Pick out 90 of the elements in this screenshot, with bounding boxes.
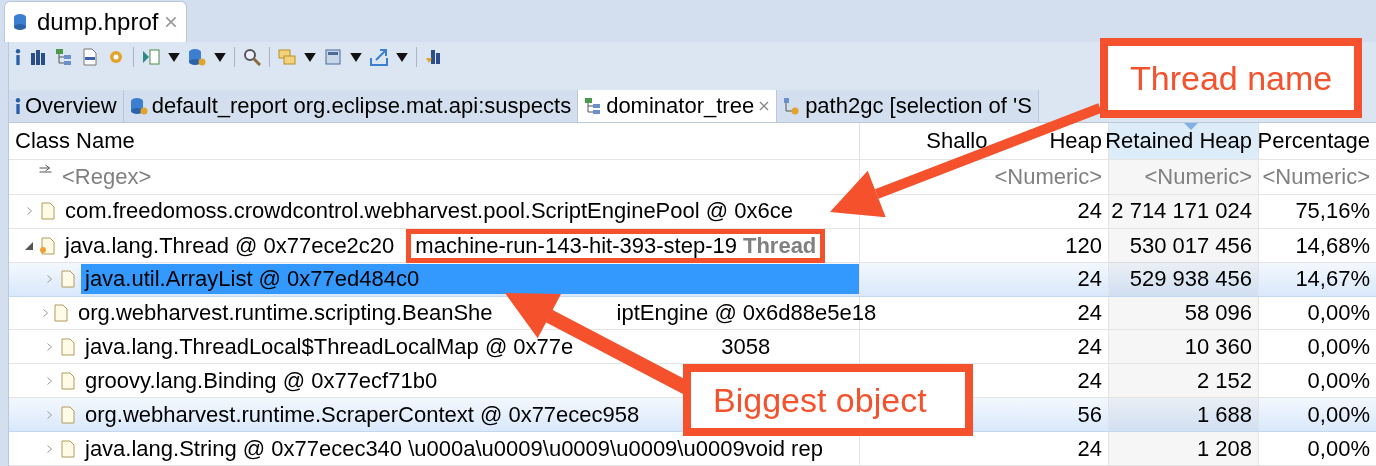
- dropdown-caret-icon[interactable]: [168, 52, 180, 62]
- view-tab[interactable]: default_report org.eclipse.mat.api:suspects: [123, 90, 579, 122]
- table-cell: 24: [1077, 435, 1102, 462]
- table-cell: 24: [1077, 266, 1102, 293]
- object-icon: [59, 405, 77, 424]
- info-icon: [15, 98, 21, 114]
- table-cell: 0,00%: [1307, 367, 1370, 394]
- table-cell: 14,68%: [1295, 232, 1370, 259]
- table-cell: 0,00%: [1307, 300, 1370, 326]
- bar-chart-icon[interactable]: [29, 48, 47, 66]
- table-cell: 10 360: [1184, 333, 1252, 360]
- settings-icon[interactable]: [107, 48, 125, 66]
- object-icon: [52, 304, 70, 322]
- column-header-label: Class Name: [15, 127, 135, 154]
- table-cell: 1 688: [1196, 401, 1252, 428]
- collapse-triangle-icon[interactable]: [25, 241, 33, 250]
- column-header[interactable]: Retained Heap: [1109, 123, 1259, 159]
- table-cell: 24: [1077, 367, 1102, 394]
- run-icon[interactable]: [142, 48, 160, 66]
- editor-tab[interactable]: dump.hprof: [4, 1, 188, 42]
- info-icon[interactable]: [15, 49, 21, 65]
- filter-field[interactable]: <Numeric>: [1262, 163, 1370, 190]
- column-header-label: Percentage: [1257, 127, 1370, 154]
- view-tab[interactable]: Overview: [9, 90, 124, 122]
- class-name-cell-text: com.freedomoss.crowdcontrol.webharvest.pool.ScriptEnginePool @ 0x6ce: [64, 197, 794, 226]
- object-icon: [39, 236, 57, 255]
- filter-field[interactable]: <Numeric>: [994, 163, 1102, 190]
- table-cell: 530 017 456: [1129, 232, 1252, 259]
- class-name-cell-text: groovy.lang.Binding @ 0x77ecf71b0: [84, 366, 439, 395]
- view-tab[interactable]: dominator_tree: [578, 90, 778, 122]
- table-cell: 75,16%: [1295, 198, 1370, 225]
- class-name-cell-text: org.webharvest.runtime.scripting.BeanShe: [77, 299, 494, 327]
- class-name-cell: 3058: [721, 333, 771, 360]
- expand-chevron-icon[interactable]: [46, 376, 52, 385]
- dropdown-caret-icon[interactable]: [350, 52, 362, 62]
- class-name-cell-text: java.lang.Thread @ 0x77ece2c20: [63, 231, 396, 260]
- object-icon: [39, 202, 57, 221]
- calculator-icon[interactable]: [324, 48, 342, 66]
- expand-chevron-icon[interactable]: [46, 275, 52, 284]
- table-cell: 24: [1077, 198, 1102, 225]
- column-header-label: Shallo: [926, 127, 988, 154]
- dropdown-caret-icon[interactable]: [396, 52, 408, 62]
- filter-icon: [39, 164, 52, 174]
- column-header-label: Heap: [1049, 127, 1102, 154]
- table-cell: 0,00%: [1307, 401, 1370, 428]
- table-cell: 0,00%: [1307, 333, 1370, 360]
- dropdown-caret-icon[interactable]: [214, 52, 226, 62]
- table-cell: 24: [1077, 300, 1102, 326]
- close-icon[interactable]: [758, 100, 771, 112]
- table-cell: 2 714 171 024: [1111, 198, 1252, 225]
- dropdown-caret-icon[interactable]: [304, 52, 316, 62]
- class-name-cell-text: org.webharvest.runtime.ScraperContext @ 0x77ecec958: [84, 400, 641, 429]
- expand-chevron-icon[interactable]: [26, 207, 32, 216]
- expand-chevron-icon[interactable]: [43, 309, 48, 317]
- tree-icon: [55, 48, 73, 66]
- export-icon[interactable]: [370, 48, 388, 66]
- object-icon: [59, 439, 77, 458]
- thread-name-label: machine-run-143-hit-393-step-19 Thread: [406, 228, 826, 263]
- database-gear-icon: [129, 97, 148, 115]
- table-cell: 0,00%: [1307, 435, 1370, 462]
- class-name-cell: java.util.ArrayList @ 0x77ed484c0: [81, 264, 859, 295]
- expand-chevron-icon[interactable]: [46, 410, 52, 419]
- sort-indicator-icon: [1183, 123, 1198, 130]
- class-name-cell-text: java.lang.ThreadLocal$ThreadLocalMap @ 0x77e: [83, 332, 575, 361]
- expand-chevron-icon[interactable]: [46, 342, 52, 351]
- view-tab[interactable]: path2gc [selection of 'S: [777, 90, 1039, 122]
- class-name-cell-text: java.lang.String @ 0x77ecec340 \u000a\u0009\u0009\u0009\u0009void rep: [83, 434, 824, 463]
- table-cell: 2 152: [1196, 367, 1252, 394]
- filter-field[interactable]: <Regex>: [56, 163, 158, 190]
- table-cell: 24: [1077, 333, 1102, 360]
- search-icon[interactable]: [243, 48, 261, 66]
- table-cell: 58 096: [1184, 300, 1252, 326]
- table-cell: 56: [1077, 401, 1102, 428]
- table-cell: 1 208: [1196, 435, 1252, 462]
- chart-arrow-icon[interactable]: [425, 48, 443, 66]
- close-icon[interactable]: [164, 15, 179, 29]
- callout-label: Biggest object: [683, 364, 973, 436]
- table-cell: 529 938 456: [1129, 266, 1252, 293]
- object-icon: [59, 337, 77, 356]
- class-name-cell: iptEngine @ 0x6d88e5e18: [616, 300, 877, 326]
- document-icon[interactable]: [81, 48, 99, 66]
- object-icon: [59, 371, 77, 390]
- tree-icon: [584, 97, 603, 115]
- table-cell: 14,67%: [1295, 266, 1370, 293]
- callout-label: Thread name: [1100, 38, 1362, 118]
- thread-type-label: Thread: [742, 232, 817, 259]
- object-icon: [59, 270, 77, 289]
- expand-chevron-icon[interactable]: [46, 444, 52, 453]
- database-gear-icon: [188, 48, 206, 66]
- table-cell: 120: [1065, 232, 1102, 259]
